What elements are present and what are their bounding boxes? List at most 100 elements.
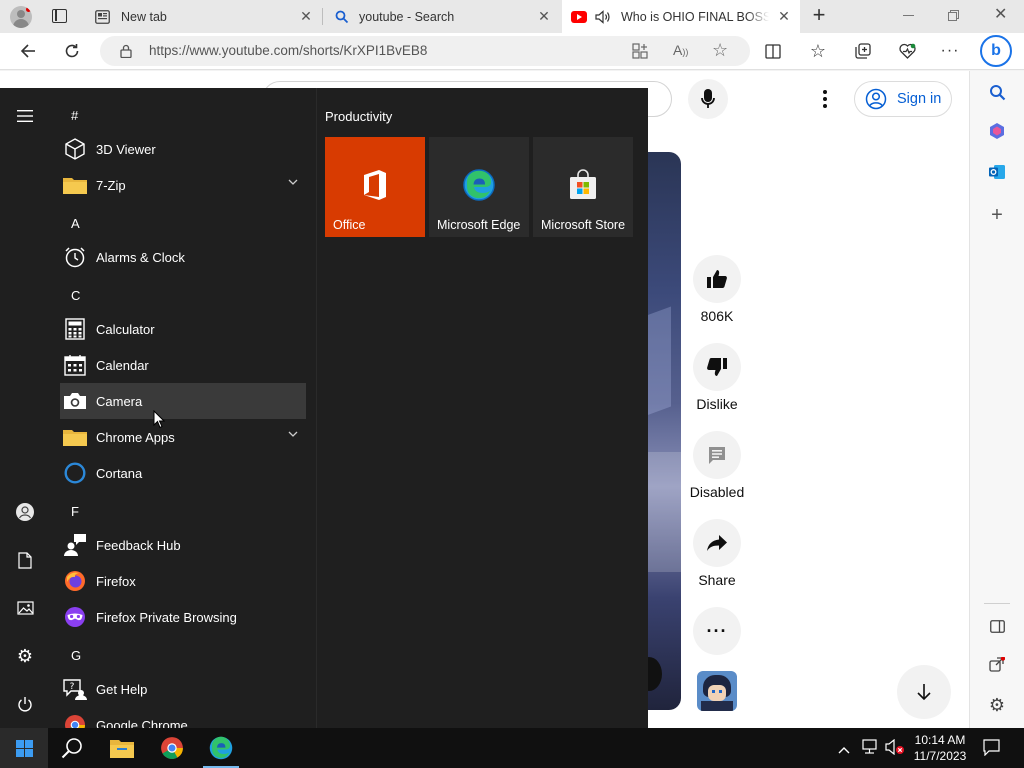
windows-logo-icon bbox=[15, 739, 33, 757]
external-link-icon[interactable] bbox=[986, 654, 1008, 676]
power-icon[interactable] bbox=[13, 692, 37, 716]
folder-icon bbox=[63, 425, 87, 449]
close-tab-icon[interactable]: ✕ bbox=[298, 8, 314, 24]
favorites-icon[interactable]: ☆ bbox=[804, 37, 832, 65]
tab-title: Who is OHIO FINAL BOSS ? bbox=[621, 9, 769, 24]
bing-copilot-icon[interactable]: b bbox=[980, 35, 1012, 67]
microsoft-365-icon[interactable] bbox=[986, 120, 1008, 142]
outlook-icon[interactable] bbox=[986, 161, 1008, 183]
app-firefox-private[interactable]: Firefox Private Browsing bbox=[60, 599, 306, 635]
app-label: Cortana bbox=[96, 465, 143, 481]
pictures-icon[interactable] bbox=[13, 596, 37, 620]
close-tab-icon[interactable]: ✕ bbox=[776, 8, 792, 24]
app-calculator[interactable]: Calculator bbox=[60, 311, 306, 347]
browser-essentials-icon[interactable] bbox=[893, 37, 921, 65]
back-button[interactable] bbox=[14, 37, 42, 65]
chrome-icon bbox=[161, 737, 183, 759]
section-header-f[interactable]: F bbox=[71, 504, 79, 519]
next-video-button[interactable] bbox=[897, 665, 951, 719]
tile-microsoft-edge[interactable]: Microsoft Edge bbox=[429, 137, 529, 237]
app-feedback-hub[interactable]: Feedback Hub bbox=[60, 527, 306, 563]
sidebar-settings-icon[interactable]: ⚙ bbox=[986, 694, 1008, 716]
tile-microsoft-store[interactable]: Microsoft Store bbox=[533, 137, 633, 237]
get-help-icon: ? bbox=[63, 677, 87, 701]
new-tab-page-icon bbox=[94, 9, 110, 25]
volume-muted-icon[interactable] bbox=[885, 738, 905, 760]
audio-playing-icon[interactable] bbox=[595, 9, 611, 25]
app-google-chrome[interactable]: Google Chrome bbox=[60, 707, 306, 728]
app-7zip-folder[interactable]: 7-Zip bbox=[60, 167, 306, 203]
close-window-button[interactable]: ✕ bbox=[994, 7, 1008, 23]
app-alarms-clock[interactable]: Alarms & Clock bbox=[60, 239, 306, 275]
restore-button[interactable] bbox=[948, 10, 959, 21]
lock-icon[interactable] bbox=[120, 44, 132, 63]
user-account-icon[interactable] bbox=[13, 500, 37, 524]
refresh-icon bbox=[65, 44, 79, 58]
tab-title: New tab bbox=[121, 9, 167, 24]
edge-taskbar-button[interactable] bbox=[197, 728, 245, 768]
more-actions-button[interactable]: ··· bbox=[693, 607, 741, 655]
sign-in-button[interactable]: Sign in bbox=[854, 81, 952, 117]
documents-icon[interactable] bbox=[13, 548, 37, 572]
address-bar[interactable]: https://www.youtube.com/shorts/KrXPI1BvE… bbox=[100, 36, 750, 66]
comments-button[interactable] bbox=[693, 431, 741, 479]
file-explorer-button[interactable] bbox=[98, 728, 146, 768]
settings-gear-icon[interactable]: ⚙ bbox=[13, 644, 37, 668]
search-button[interactable] bbox=[48, 728, 96, 768]
edge-icon bbox=[209, 736, 233, 760]
new-tab-button[interactable]: + bbox=[808, 4, 830, 27]
hamburger-menu-icon[interactable] bbox=[13, 104, 37, 128]
firefox-private-icon bbox=[63, 605, 87, 629]
dislike-button[interactable] bbox=[693, 343, 741, 391]
app-label: Google Chrome bbox=[96, 717, 188, 729]
app-cortana[interactable]: Cortana bbox=[60, 455, 306, 491]
app-get-help[interactable]: ? Get Help bbox=[60, 671, 306, 707]
app-chrome-apps-folder[interactable]: Chrome Apps bbox=[60, 419, 306, 455]
share-button[interactable] bbox=[693, 519, 741, 567]
start-button[interactable] bbox=[0, 728, 48, 768]
voice-search-button[interactable] bbox=[688, 79, 728, 119]
section-header-c[interactable]: C bbox=[71, 288, 80, 303]
minimize-button[interactable] bbox=[903, 15, 914, 16]
add-sidebar-app-icon[interactable]: + bbox=[986, 204, 1008, 226]
tab-actions-icon[interactable] bbox=[52, 9, 67, 23]
profile-avatar[interactable] bbox=[10, 6, 32, 28]
file-explorer-icon bbox=[110, 739, 134, 758]
split-screen-icon[interactable] bbox=[759, 37, 787, 65]
refresh-button[interactable] bbox=[58, 37, 86, 65]
tile-office[interactable]: Office bbox=[325, 137, 425, 237]
tile-label: Office bbox=[333, 218, 366, 232]
arrow-down-icon bbox=[917, 684, 931, 701]
calculator-icon bbox=[63, 317, 87, 341]
collections-icon[interactable] bbox=[849, 37, 877, 65]
like-button[interactable] bbox=[693, 255, 741, 303]
close-tab-icon[interactable]: ✕ bbox=[536, 8, 552, 24]
section-header-hash[interactable]: # bbox=[71, 108, 78, 123]
section-header-g[interactable]: G bbox=[71, 648, 81, 663]
channel-avatar[interactable] bbox=[697, 671, 737, 711]
app-label: Camera bbox=[96, 393, 143, 409]
network-icon[interactable] bbox=[862, 739, 880, 760]
system-clock[interactable]: 10:14 AM 11/7/2023 bbox=[905, 732, 975, 764]
tab-new-tab[interactable]: New tab ✕ bbox=[86, 0, 322, 33]
search-icon[interactable] bbox=[986, 81, 1008, 103]
app-firefox[interactable]: Firefox bbox=[60, 563, 306, 599]
tile-group-title[interactable]: Productivity bbox=[325, 109, 392, 124]
settings-more-icon[interactable]: ··· bbox=[936, 37, 964, 65]
favorite-star-icon[interactable]: ☆ bbox=[712, 40, 728, 61]
account-icon bbox=[865, 88, 887, 110]
app-camera[interactable]: Camera bbox=[60, 383, 306, 419]
show-hidden-icons-chevron-icon[interactable] bbox=[838, 741, 850, 759]
notification-center-icon[interactable] bbox=[983, 739, 1000, 761]
hide-sidebar-icon[interactable] bbox=[986, 615, 1008, 637]
more-options-icon[interactable] bbox=[822, 89, 828, 109]
section-header-a[interactable]: A bbox=[71, 216, 80, 231]
read-aloud-icon[interactable]: A)) bbox=[673, 42, 688, 58]
app-calendar[interactable]: Calendar bbox=[60, 347, 306, 383]
chrome-taskbar-button[interactable] bbox=[148, 728, 196, 768]
tab-youtube-search[interactable]: youtube - Search ✕ bbox=[323, 0, 560, 33]
tab-youtube-video[interactable]: Who is OHIO FINAL BOSS ? ✕ bbox=[562, 0, 800, 33]
comment-icon bbox=[709, 447, 725, 464]
app-3d-viewer[interactable]: 3D Viewer bbox=[60, 131, 306, 167]
app-available-icon[interactable] bbox=[632, 43, 648, 64]
